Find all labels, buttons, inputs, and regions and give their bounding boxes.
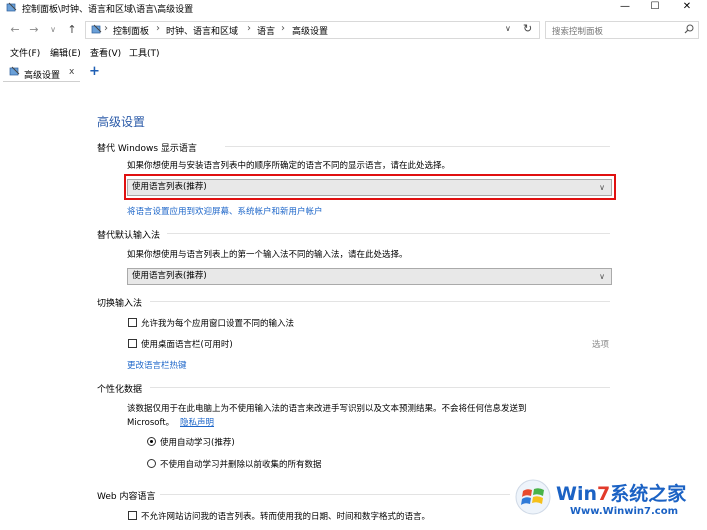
tab-advanced-settings[interactable]: 高级设置 xyxy=(24,68,60,81)
breadcrumb-separator: › xyxy=(281,23,285,34)
search-placeholder: 搜索控制面板 xyxy=(552,27,604,37)
address-dropdown-button[interactable]: ∨ xyxy=(505,24,511,33)
change-language-bar-hotkeys-link[interactable]: 更改语言栏热键 xyxy=(127,359,187,371)
search-icon[interactable] xyxy=(684,24,694,34)
breadcrumb-language[interactable]: 语言 xyxy=(257,24,275,37)
watermark-brand-win: Win xyxy=(556,483,597,505)
tab-underline xyxy=(3,81,80,82)
breadcrumb-advanced-settings[interactable]: 高级设置 xyxy=(292,24,328,37)
personalization-description: 该数据仅用于在此电脑上为不使用输入法的语言来改进手写识别以及文本预测结果。不会将… xyxy=(127,404,527,414)
breadcrumb-separator: › xyxy=(156,23,160,34)
display-language-heading: 替代 Windows 显示语言 xyxy=(97,144,197,154)
section-divider xyxy=(167,233,610,234)
section-divider xyxy=(225,146,610,147)
watermark-brand: Win7系统之家 xyxy=(556,479,686,506)
apply-language-settings-link[interactable]: 将语言设置应用到欢迎屏幕、系统帐户和新用户帐户 xyxy=(127,205,323,217)
auto-learning-radio[interactable] xyxy=(147,437,156,446)
maximize-button[interactable]: ☐ xyxy=(640,0,670,14)
watermark-url: Www.Winwin7.com xyxy=(570,506,679,517)
control-panel-icon xyxy=(9,66,20,76)
new-tab-button[interactable]: + xyxy=(89,64,100,79)
language-bar-options-link[interactable]: 选项 xyxy=(592,338,609,350)
red-highlight-box xyxy=(124,174,616,200)
control-panel-icon xyxy=(6,2,17,12)
recent-locations-dropdown[interactable]: ∨ xyxy=(47,23,59,37)
watermark-brand-7: 7 xyxy=(597,483,611,505)
switch-input-heading: 切换输入法 xyxy=(97,299,143,309)
minimize-button[interactable]: — xyxy=(610,0,640,14)
breadcrumb-control-panel[interactable]: 控制面板 xyxy=(113,24,149,37)
menu-view[interactable]: 查看(V) xyxy=(90,46,121,59)
breadcrumb-clock-language-region[interactable]: 时钟、语言和区域 xyxy=(166,24,238,37)
input-method-select[interactable]: 使用语言列表(推荐) ∨ xyxy=(127,268,612,285)
web-language-heading: Web 内容语言 xyxy=(97,492,156,502)
per-app-input-label: 允许我为每个应用窗口设置不同的输入法 xyxy=(141,319,295,329)
up-button[interactable]: ↑ xyxy=(66,23,78,37)
control-panel-icon xyxy=(91,24,102,34)
chevron-down-icon: ∨ xyxy=(599,272,605,281)
desktop-language-bar-checkbox[interactable] xyxy=(128,339,137,348)
web-language-list-label: 不允许网站访问我的语言列表。转而使用我的日期、时间和数字格式的语言。 xyxy=(141,512,431,522)
personalization-description-line2: Microsoft。 xyxy=(127,418,175,428)
menu-tools[interactable]: 工具(T) xyxy=(129,46,160,59)
input-method-description: 如果你想使用与语言列表上的第一个输入法不同的输入法，请在此处选择。 xyxy=(127,250,408,260)
close-button[interactable]: ✕ xyxy=(672,0,702,14)
breadcrumb-separator: › xyxy=(104,23,108,34)
section-divider xyxy=(150,387,610,388)
auto-learning-label: 使用自动学习(推荐) xyxy=(160,438,235,448)
menu-edit[interactable]: 编辑(E) xyxy=(50,46,81,59)
forward-button[interactable]: → xyxy=(28,23,40,37)
back-button[interactable]: ← xyxy=(9,23,21,37)
watermark-brand-rest: 系统之家 xyxy=(610,483,687,505)
page-title: 高级设置 xyxy=(97,115,146,129)
window-title: 控制面板\时钟、语言和区域\语言\高级设置 xyxy=(22,5,194,15)
web-language-list-checkbox[interactable] xyxy=(128,511,137,520)
no-auto-learning-radio[interactable] xyxy=(147,459,156,468)
tab-close-button[interactable]: x xyxy=(69,67,74,77)
section-divider xyxy=(150,301,610,302)
input-method-heading: 替代默认输入法 xyxy=(97,231,161,241)
per-app-input-checkbox[interactable] xyxy=(128,318,137,327)
privacy-statement-link[interactable]: 隐私声明 xyxy=(180,416,214,428)
desktop-language-bar-label: 使用桌面语言栏(可用时) xyxy=(141,340,233,350)
personalization-heading: 个性化数据 xyxy=(97,385,143,395)
no-auto-learning-label: 不使用自动学习并删除以前收集的所有数据 xyxy=(160,460,322,470)
refresh-button[interactable]: ↻ xyxy=(523,22,532,35)
display-language-description: 如果你想使用与安装语言列表中的顺序所确定的语言不同的显示语言，请在此处选择。 xyxy=(127,161,451,171)
windows-logo-icon xyxy=(515,479,551,515)
input-method-select-value: 使用语言列表(推荐) xyxy=(132,271,207,281)
menu-file[interactable]: 文件(F) xyxy=(10,46,40,59)
section-divider xyxy=(160,494,510,495)
breadcrumb-separator: › xyxy=(247,23,251,34)
